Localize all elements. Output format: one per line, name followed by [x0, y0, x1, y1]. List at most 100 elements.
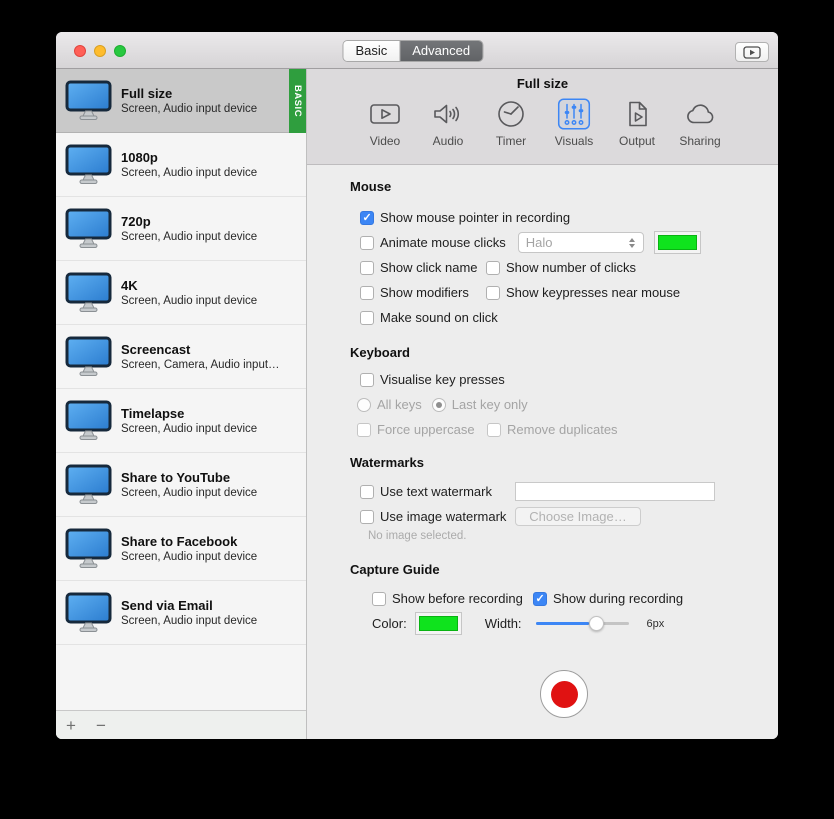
show-click-name-checkbox[interactable]: [360, 261, 374, 275]
show-mouse-pointer-label: Show mouse pointer in recording: [380, 210, 570, 225]
visuals-icon: [556, 98, 592, 130]
settings-panel: Full size Video Audio Timer: [307, 69, 778, 739]
video-icon: [367, 98, 403, 130]
show-before-recording-checkbox[interactable]: [372, 592, 386, 606]
tab-sharing[interactable]: Sharing: [677, 96, 723, 148]
tab-timer[interactable]: Timer: [488, 96, 534, 148]
show-keypresses-checkbox[interactable]: [486, 286, 500, 300]
list-item-timelapse[interactable]: Timelapse Screen, Audio input device: [56, 389, 306, 453]
force-uppercase-label: Force uppercase: [377, 422, 475, 437]
preset-title: Timelapse: [121, 406, 257, 422]
zoom-button[interactable]: [114, 45, 126, 57]
keyboard-section-header: Keyboard: [350, 344, 778, 361]
app-window: Basic Advanced Full size Screen, Audio i…: [56, 32, 778, 739]
preset-title: Full size: [121, 86, 257, 102]
tab-basic[interactable]: Basic: [343, 41, 400, 61]
tab-output[interactable]: Output: [614, 96, 660, 148]
show-during-recording-label: Show during recording: [553, 591, 683, 606]
click-color-well: [654, 231, 701, 254]
animate-mouse-clicks-checkbox[interactable]: [360, 236, 374, 250]
last-key-only-radio: [432, 398, 446, 412]
display-icon: [65, 144, 112, 186]
settings-content: Mouse Show mouse pointer in recording An…: [307, 165, 778, 739]
preset-subtitle: Screen, Audio input device: [121, 422, 257, 436]
show-modifiers-label: Show modifiers: [380, 285, 469, 300]
slider-thumb[interactable]: [589, 616, 604, 631]
list-item-share-youtube[interactable]: Share to YouTube Screen, Audio input dev…: [56, 453, 306, 517]
window-controls: [74, 45, 126, 57]
guide-width-slider[interactable]: [536, 616, 629, 631]
preset-sidebar: Full size Screen, Audio input device BAS…: [56, 69, 307, 739]
basic-badge: BASIC: [289, 69, 306, 133]
timer-icon: [493, 98, 529, 130]
output-icon: [619, 98, 655, 130]
preset-subtitle: Screen, Audio input device: [121, 102, 257, 116]
guide-color-swatch: [419, 616, 458, 631]
show-click-name-label: Show click name: [380, 260, 478, 275]
use-image-watermark-checkbox[interactable]: [360, 510, 374, 524]
play-window-icon: [743, 46, 761, 59]
make-sound-on-click-label: Make sound on click: [380, 310, 498, 325]
all-keys-radio: [357, 398, 371, 412]
panel-header: Full size Video Audio Timer: [307, 69, 778, 165]
preset-list: Full size Screen, Audio input device BAS…: [56, 69, 306, 710]
display-icon: [65, 80, 112, 122]
show-keypresses-label: Show keypresses near mouse: [506, 285, 680, 300]
preset-subtitle: Screen, Audio input device: [121, 294, 257, 308]
remove-preset-button[interactable]: −: [86, 717, 116, 734]
add-preset-button[interactable]: +: [56, 717, 86, 734]
mode-segmented-control: Basic Advanced: [342, 40, 483, 62]
sharing-icon: [682, 98, 718, 130]
remove-duplicates-label: Remove duplicates: [507, 422, 618, 437]
show-during-recording-checkbox[interactable]: [533, 592, 547, 606]
make-sound-on-click-checkbox[interactable]: [360, 311, 374, 325]
last-key-only-label: Last key only: [452, 397, 528, 412]
guide-color-well[interactable]: [415, 612, 462, 635]
close-button[interactable]: [74, 45, 86, 57]
list-item-720p[interactable]: 720p Screen, Audio input device: [56, 197, 306, 261]
show-before-recording-label: Show before recording: [392, 591, 523, 606]
list-item-share-facebook[interactable]: Share to Facebook Screen, Audio input de…: [56, 517, 306, 581]
capture-guide-section-header: Capture Guide: [350, 561, 778, 578]
use-text-watermark-checkbox[interactable]: [360, 485, 374, 499]
use-text-watermark-label: Use text watermark: [380, 484, 492, 499]
list-item-1080p[interactable]: 1080p Screen, Audio input device: [56, 133, 306, 197]
show-number-of-clicks-checkbox[interactable]: [486, 261, 500, 275]
list-item-4k[interactable]: 4K Screen, Audio input device: [56, 261, 306, 325]
list-item-screencast[interactable]: Screencast Screen, Camera, Audio input…: [56, 325, 306, 389]
watermark-text-input[interactable]: [515, 482, 715, 501]
tab-visuals[interactable]: Visuals: [551, 96, 597, 148]
show-modifiers-checkbox[interactable]: [360, 286, 374, 300]
preset-subtitle: Screen, Audio input device: [121, 614, 257, 628]
visualise-key-presses-checkbox[interactable]: [360, 373, 374, 387]
stepper-chevrons-icon: [624, 238, 640, 248]
record-button[interactable]: [540, 670, 588, 718]
preset-title: Screencast: [121, 342, 280, 358]
preset-title: 720p: [121, 214, 257, 230]
preset-name-title: Full size: [307, 76, 778, 91]
tab-video[interactable]: Video: [362, 96, 408, 148]
preset-subtitle: Screen, Audio input device: [121, 550, 257, 564]
all-keys-label: All keys: [377, 397, 422, 412]
preset-title: Send via Email: [121, 598, 257, 614]
display-icon: [65, 336, 112, 378]
list-item-send-email[interactable]: Send via Email Screen, Audio input devic…: [56, 581, 306, 645]
preset-subtitle: Screen, Audio input device: [121, 486, 257, 500]
show-mouse-pointer-checkbox[interactable]: [360, 211, 374, 225]
record-dot: [551, 681, 578, 708]
display-icon: [65, 464, 112, 506]
audio-icon: [430, 98, 466, 130]
display-icon: [65, 208, 112, 250]
list-item-full-size[interactable]: Full size Screen, Audio input device BAS…: [56, 69, 306, 133]
minimize-button[interactable]: [94, 45, 106, 57]
preset-title: 1080p: [121, 150, 257, 166]
mouse-section-header: Mouse: [350, 178, 778, 195]
tab-advanced[interactable]: Advanced: [400, 41, 482, 61]
show-number-of-clicks-label: Show number of clicks: [506, 260, 636, 275]
tab-audio[interactable]: Audio: [425, 96, 471, 148]
guide-width-label: Width:: [485, 616, 522, 631]
display-icon: [65, 272, 112, 314]
recordings-window-button[interactable]: [735, 42, 769, 62]
watermarks-section-header: Watermarks: [350, 454, 778, 471]
choose-image-button: Choose Image…: [515, 507, 641, 526]
